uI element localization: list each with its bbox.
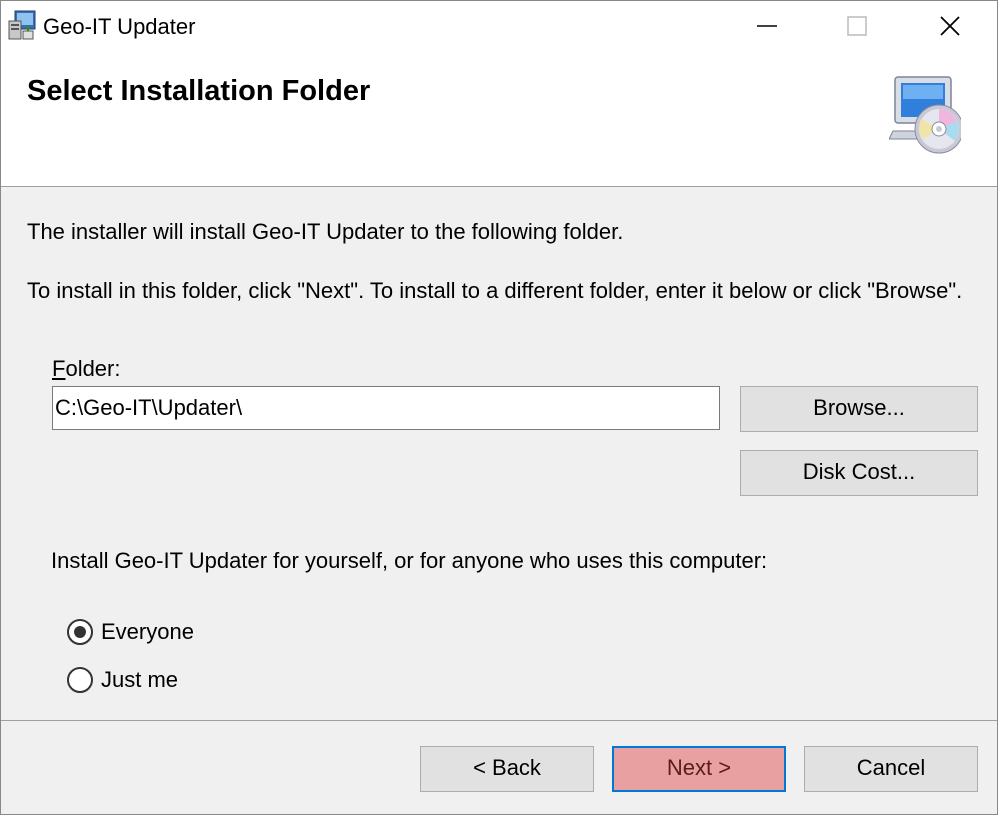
header-banner: Select Installation Folder <box>1 51 997 187</box>
radio-everyone[interactable]: Everyone <box>67 618 194 646</box>
folder-label-rest: older: <box>65 356 121 381</box>
back-button[interactable]: < Back <box>420 746 594 792</box>
disk-cost-button[interactable]: Disk Cost... <box>740 450 978 496</box>
folder-label: Folder: <box>52 355 121 383</box>
cancel-button[interactable]: Cancel <box>804 746 978 792</box>
maximize-icon <box>847 16 867 36</box>
radio-everyone-label[interactable]: Everyone <box>101 618 194 646</box>
browse-button[interactable]: Browse... <box>740 386 978 432</box>
install-for-prompt: Install Geo-IT Updater for yourself, or … <box>51 548 768 573</box>
install-description: The installer will install Geo-IT Update… <box>27 219 624 244</box>
maximize-button[interactable] <box>811 1 903 51</box>
radio-just-me-circle[interactable] <box>67 667 93 693</box>
radio-everyone-circle[interactable] <box>67 619 93 645</box>
close-button[interactable] <box>904 1 996 51</box>
minimize-button[interactable] <box>721 1 813 51</box>
folder-path-input[interactable] <box>52 386 720 430</box>
install-instructions: To install in this folder, click "Next".… <box>27 278 963 303</box>
computer-cd-icon <box>889 76 961 154</box>
page-title: Select Installation Folder <box>27 75 371 107</box>
installer-window: Geo-IT Updater Select Installation Folde… <box>0 0 998 815</box>
minimize-icon <box>757 25 777 27</box>
radio-just-me-label[interactable]: Just me <box>101 666 178 694</box>
window-title: Geo-IT Updater <box>43 14 196 39</box>
radio-just-me[interactable]: Just me <box>67 666 178 694</box>
next-button[interactable]: Next > <box>612 746 786 792</box>
installer-app-icon <box>8 10 36 40</box>
close-icon <box>940 16 960 36</box>
folder-label-mnemonic: F <box>52 356 66 381</box>
footer-divider <box>1 720 997 721</box>
title-bar[interactable]: Geo-IT Updater <box>1 1 997 51</box>
